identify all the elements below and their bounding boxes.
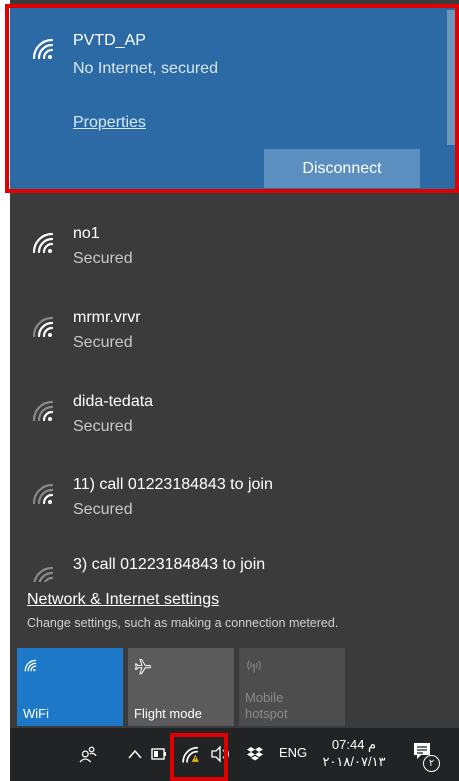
volume-icon[interactable]: [210, 745, 230, 763]
mobile-hotspot-tile[interactable]: Mobile hotspot: [239, 648, 345, 726]
clock-date: ٢٠١٨/٠٧/١٣: [322, 754, 386, 769]
wifi-signal-icon: [32, 38, 54, 60]
network-name: dida-tedata: [73, 393, 154, 410]
wifi-no-internet-icon[interactable]: [180, 744, 202, 764]
scrollbar-thumb[interactable]: [447, 10, 457, 145]
language-indicator[interactable]: ENG: [279, 745, 307, 760]
network-list: PVTD_AP No Internet, secured Properties …: [10, 0, 459, 582]
hotspot-label-line1: Mobile: [245, 690, 284, 705]
network-item-call-11[interactable]: 11) call 01223184843 to join Secured: [10, 463, 444, 543]
dropbox-icon[interactable]: [246, 746, 264, 762]
properties-link[interactable]: Properties: [73, 114, 146, 132]
network-name: mrmr.vrvr: [73, 309, 141, 326]
airplane-icon: [134, 659, 151, 675]
chevron-up-icon[interactable]: [128, 748, 142, 760]
taskbar: ENG 07:44 م ٢٠١٨/٠٧/١٣ ٢: [10, 728, 459, 781]
network-item-no1[interactable]: no1 Secured: [10, 212, 444, 292]
people-icon[interactable]: [79, 745, 97, 763]
network-name: 3) call 01223184843 to join: [73, 556, 266, 573]
network-status: No Internet, secured: [73, 60, 218, 77]
wifi-secured-icon: [32, 316, 54, 338]
network-settings-link[interactable]: Network & Internet settings: [27, 591, 219, 609]
network-item-dida-tedata[interactable]: dida-tedata Secured: [10, 380, 444, 460]
wifi-tile-label: WiFi: [23, 706, 49, 721]
flight-mode-tile[interactable]: Flight mode: [128, 648, 234, 726]
hotspot-label-line2: hotspot: [245, 706, 288, 721]
connected-network-item[interactable]: PVTD_AP No Internet, secured Properties …: [10, 8, 459, 190]
network-name: no1: [73, 225, 100, 242]
notification-badge: ٢: [423, 755, 440, 772]
network-flyout: PVTD_AP No Internet, secured Properties …: [10, 0, 459, 728]
battery-icon[interactable]: [151, 747, 167, 761]
hotspot-icon: [247, 660, 261, 673]
hotspot-label: Mobile hotspot: [245, 690, 288, 722]
scrollbar-track[interactable]: [447, 190, 457, 570]
wifi-secured-icon: [32, 483, 54, 505]
clock[interactable]: 07:44 م ٢٠١٨/٠٧/١٣: [314, 736, 394, 770]
wifi-secured-icon: [32, 232, 54, 254]
wifi-toggle-tile[interactable]: WiFi: [17, 648, 123, 726]
network-status: Secured: [73, 250, 133, 267]
network-name: PVTD_AP: [73, 32, 146, 49]
settings-section: Network & Internet settings Change setti…: [10, 582, 459, 642]
disconnect-button[interactable]: Disconnect: [264, 149, 420, 188]
network-status: Secured: [73, 418, 133, 435]
network-status: Secured: [73, 501, 133, 518]
clock-time: 07:44 م: [331, 737, 377, 752]
flight-mode-label: Flight mode: [134, 706, 202, 721]
network-item-call-3[interactable]: 3) call 01223184843 to join: [10, 546, 444, 582]
wifi-secured-icon: [33, 566, 54, 582]
wifi-icon: [24, 659, 37, 672]
settings-description: Change settings, such as making a connec…: [27, 616, 339, 630]
network-status: Secured: [73, 334, 133, 351]
wifi-secured-icon: [32, 400, 54, 422]
network-item-mrmr[interactable]: mrmr.vrvr Secured: [10, 296, 444, 376]
network-name: 11) call 01223184843 to join: [73, 476, 273, 493]
